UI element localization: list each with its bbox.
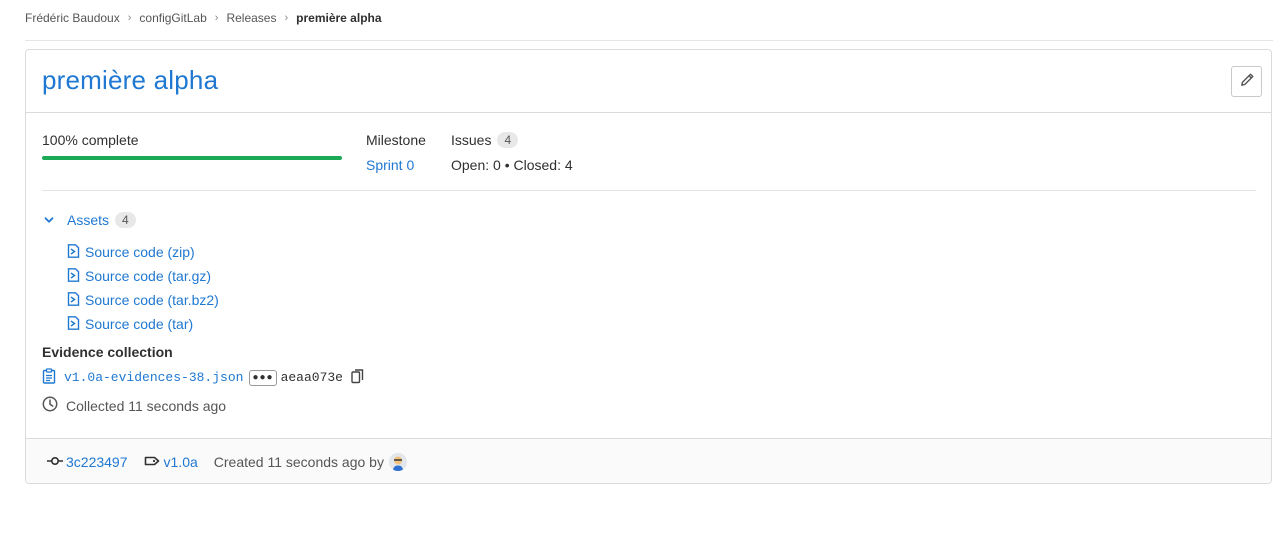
asset-link-tar-bz2[interactable]: Source code (tar.bz2) [85, 292, 219, 308]
clock-icon [42, 396, 58, 415]
issues-count-badge: 4 [497, 132, 519, 148]
pencil-icon [1239, 72, 1255, 91]
progress-label: 100% complete [42, 132, 139, 148]
created-text: Created 11 seconds ago by [213, 454, 384, 470]
asset-item: Source code (tar) [67, 312, 219, 336]
assets-label: Assets [67, 212, 110, 228]
commit-icon [46, 454, 64, 470]
asset-item: Source code (tar.bz2) [67, 288, 219, 312]
tag-item: v1.0a [144, 454, 198, 470]
asset-item: Source code (tar.gz) [67, 264, 219, 288]
chevron-right-icon: › [284, 12, 289, 24]
copy-icon[interactable] [351, 368, 364, 387]
progress-bar [42, 156, 342, 160]
issues-summary: Open: 0 • Closed: 4 [451, 157, 573, 173]
commit-link[interactable]: 3c223497 [66, 454, 128, 470]
breadcrumb-divider [25, 40, 1273, 41]
commit-item: 3c223497 [46, 454, 128, 470]
asset-list: Source code (zip) Source code (tar.gz) S… [67, 240, 219, 336]
asset-item: Source code (zip) [67, 240, 219, 264]
file-archive-icon [67, 291, 80, 309]
ellipsis-icon[interactable]: ●●● [249, 369, 277, 386]
chevron-down-icon [42, 213, 56, 227]
tag-icon [144, 454, 160, 470]
breadcrumb-project[interactable]: configGitLab [139, 11, 206, 25]
assets-toggle[interactable]: Assets 4 [42, 212, 136, 228]
clipboard-icon [42, 368, 56, 387]
asset-link-zip[interactable]: Source code (zip) [85, 244, 195, 260]
release-title[interactable]: première alpha [42, 65, 218, 96]
progress-bar-fill [42, 156, 342, 160]
chevron-right-icon: › [214, 12, 219, 24]
assets-count-badge: 4 [115, 212, 136, 228]
asset-link-tar[interactable]: Source code (tar) [85, 316, 193, 332]
evidence-title: Evidence collection [42, 344, 173, 360]
issues-label-text: Issues [451, 132, 492, 148]
release-header: première alpha [26, 50, 1271, 113]
breadcrumb-user[interactable]: Frédéric Baudoux [25, 11, 120, 25]
release-card: première alpha 100% complete Milestone S… [25, 49, 1272, 484]
asset-link-tar-gz[interactable]: Source code (tar.gz) [85, 268, 211, 284]
chevron-right-icon: › [127, 12, 132, 24]
evidence-collected: Collected 11 seconds ago [42, 396, 226, 415]
release-footer: 3c223497 v1.0a Created 11 seconds ago by [26, 438, 1271, 483]
evidence-sha: aeaa073e [280, 370, 343, 385]
collected-text: Collected 11 seconds ago [66, 397, 227, 414]
avatar[interactable] [388, 453, 407, 471]
file-archive-icon [67, 243, 80, 261]
evidence-file-link[interactable]: v1.0a-evidences-38.json [64, 370, 243, 385]
file-archive-icon [67, 267, 80, 285]
breadcrumb-current[interactable]: première alpha [296, 11, 381, 25]
milestone-link[interactable]: Sprint 0 [366, 157, 414, 173]
file-archive-icon [67, 315, 80, 333]
section-divider [42, 190, 1256, 191]
tag-link[interactable]: v1.0a [164, 454, 198, 470]
breadcrumb-releases[interactable]: Releases [226, 11, 276, 25]
breadcrumb: Frédéric Baudoux › configGitLab › Releas… [25, 9, 382, 27]
evidence-row: v1.0a-evidences-38.json ●●● aeaa073e [42, 368, 364, 387]
issues-label: Issues 4 [451, 132, 519, 148]
milestone-label: Milestone [366, 132, 426, 148]
edit-release-button[interactable] [1231, 66, 1262, 97]
